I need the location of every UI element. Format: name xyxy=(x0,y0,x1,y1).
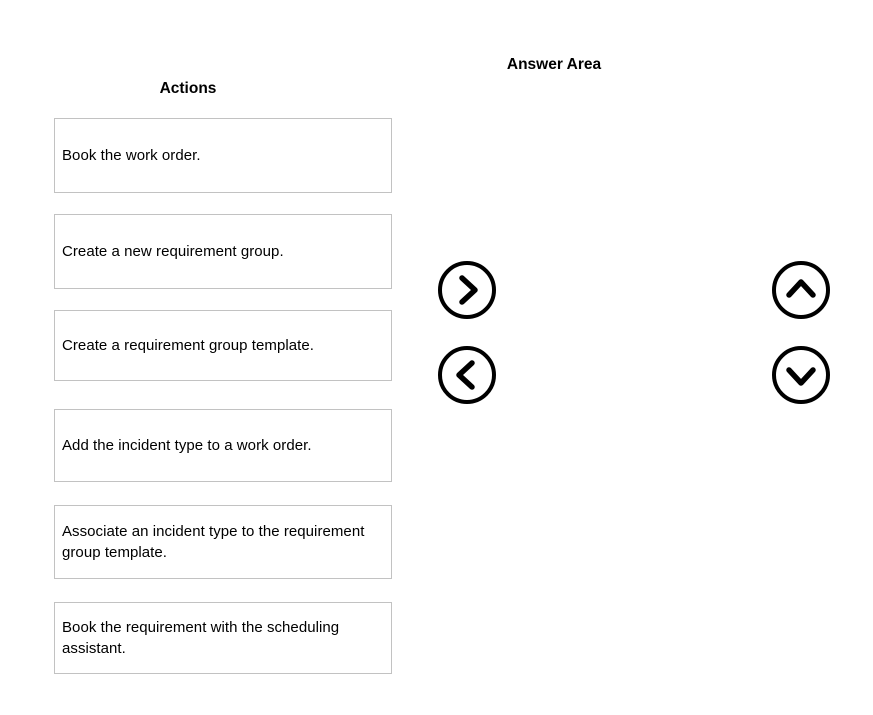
action-card[interactable]: Book the work order. xyxy=(54,118,392,193)
move-left-button[interactable] xyxy=(437,345,497,405)
chevron-down-circle-icon xyxy=(771,345,831,405)
action-card-label: Associate an incident type to the requir… xyxy=(62,523,365,561)
move-down-button[interactable] xyxy=(771,345,831,405)
actions-list: Book the work order. Create a new requir… xyxy=(54,118,392,674)
action-card-label: Create a requirement group template. xyxy=(62,337,314,354)
action-card[interactable]: Create a new requirement group. xyxy=(54,214,392,289)
action-card-label: Create a new requirement group. xyxy=(62,243,284,260)
action-card[interactable]: Book the requirement with the scheduling… xyxy=(54,602,392,674)
answer-area-heading: Answer Area xyxy=(506,56,602,73)
actions-column-heading: Actions xyxy=(159,80,217,97)
answer-area-dropzone[interactable] xyxy=(520,110,730,670)
chevron-up-circle-icon xyxy=(771,260,831,320)
exam-drag-drop-canvas: Actions Answer Area Book the work order.… xyxy=(0,0,873,715)
chevron-right-circle-icon xyxy=(437,260,497,320)
action-card[interactable]: Associate an incident type to the requir… xyxy=(54,505,392,579)
action-card-label: Book the work order. xyxy=(62,147,201,164)
action-card[interactable]: Add the incident type to a work order. xyxy=(54,409,392,482)
action-card-label: Book the requirement with the scheduling… xyxy=(62,619,340,657)
action-card[interactable]: Create a requirement group template. xyxy=(54,310,392,381)
action-card-label: Add the incident type to a work order. xyxy=(62,437,312,454)
move-up-button[interactable] xyxy=(771,260,831,320)
chevron-left-circle-icon xyxy=(437,345,497,405)
move-right-button[interactable] xyxy=(437,260,497,320)
